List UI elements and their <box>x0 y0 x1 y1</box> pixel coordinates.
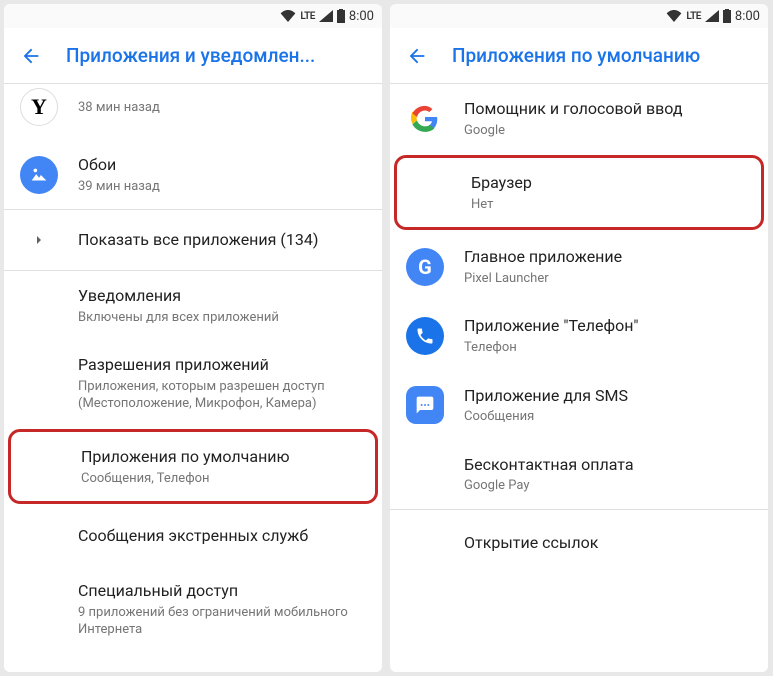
page-title: Приложения по умолчанию <box>452 44 752 67</box>
wallpaper-icon <box>20 156 58 194</box>
highlight-browser: Браузер Нет <box>394 155 764 230</box>
clock: 8:00 <box>735 9 760 24</box>
lte-label: LTE <box>300 11 315 22</box>
highlight-default-apps: Приложения по умолчанию Сообщения, Телеф… <box>8 429 378 504</box>
wallpaper-sub: 39 мин назад <box>78 178 366 196</box>
row-default-apps[interactable]: Приложения по умолчанию Сообщения, Телеф… <box>11 432 375 501</box>
clock: 8:00 <box>349 9 374 24</box>
back-icon[interactable] <box>406 45 428 67</box>
links-icon-empty <box>406 524 444 562</box>
lte-label: LTE <box>686 11 701 22</box>
special-access-sub: 9 приложений без ограничений мобильного … <box>78 604 366 639</box>
sms-app-sub: Сообщения <box>464 408 752 426</box>
content: Помощник и голосовой ввод Google Браузер… <box>390 84 768 672</box>
google-icon <box>406 100 444 138</box>
row-nfc-pay[interactable]: Бесконтактная оплата Google Pay <box>390 440 768 509</box>
notifications-sub: Включены для всех приложений <box>78 309 366 327</box>
row-home-app[interactable]: G Главное приложение Pixel Launcher <box>390 232 768 301</box>
phone-app-sub: Телефон <box>464 339 752 357</box>
toolbar: Приложения по умолчанию <box>390 28 768 84</box>
sms-app-title: Приложение для SMS <box>464 385 752 407</box>
row-sms-app[interactable]: Приложение для SMS Сообщения <box>390 371 768 440</box>
row-opening-links[interactable]: Открытие ссылок <box>390 510 768 576</box>
yandex-icon: Y <box>20 88 58 126</box>
wifi-icon <box>666 10 682 22</box>
phone-app-title: Приложение "Телефон" <box>464 315 752 337</box>
permissions-title: Разрешения приложений <box>78 354 366 376</box>
row-permissions[interactable]: Разрешения приложений Приложения, которы… <box>4 340 382 427</box>
notifications-title: Уведомления <box>78 285 366 307</box>
nfc-sub: Google Pay <box>464 477 752 495</box>
yandex-sub: 38 мин назад <box>78 99 366 117</box>
chevron-right-icon <box>20 234 58 246</box>
all-apps-title: Показать все приложения (134) <box>78 229 366 251</box>
page-title: Приложения и уведомлен... <box>66 44 366 67</box>
pixel-launcher-icon: G <box>406 248 444 286</box>
row-notifications[interactable]: Уведомления Включены для всех приложений <box>4 271 382 340</box>
row-phone-app[interactable]: Приложение "Телефон" Телефон <box>390 301 768 370</box>
browser-icon-empty <box>413 174 451 212</box>
statusbar: LTE 8:00 <box>390 4 768 28</box>
battery-icon <box>723 9 731 23</box>
links-title: Открытие ссылок <box>464 532 752 554</box>
browser-sub: Нет <box>471 196 745 214</box>
signal-icon <box>319 10 333 22</box>
battery-icon <box>337 9 345 23</box>
wifi-icon <box>280 10 296 22</box>
permissions-sub: Приложения, которым разрешен доступ (Мес… <box>78 378 366 413</box>
row-emergency[interactable]: Сообщения экстренных служб <box>4 506 382 566</box>
phone-right: LTE 8:00 Приложения по умолчанию Помощни… <box>390 4 768 672</box>
nfc-title: Бесконтактная оплата <box>464 454 752 476</box>
wallpaper-title: Обои <box>78 154 366 176</box>
sms-icon <box>406 386 444 424</box>
browser-title: Браузер <box>471 172 745 194</box>
home-app-sub: Pixel Launcher <box>464 270 752 288</box>
row-browser[interactable]: Браузер Нет <box>397 158 761 227</box>
emergency-title: Сообщения экстренных служб <box>78 525 366 547</box>
row-assistant[interactable]: Помощник и голосовой ввод Google <box>390 84 768 153</box>
content: Y 38 мин назад Обои 39 мин назад <box>4 84 382 672</box>
row-all-apps[interactable]: Показать все приложения (134) <box>4 210 382 270</box>
nfc-icon-empty <box>406 455 444 493</box>
row-wallpaper[interactable]: Обои 39 мин назад <box>4 140 382 209</box>
row-yandex-browser[interactable]: Y 38 мин назад <box>4 84 382 140</box>
assistant-sub: Google <box>464 122 752 140</box>
signal-icon <box>705 10 719 22</box>
row-special-access[interactable]: Специальный доступ 9 приложений без огра… <box>4 566 382 653</box>
toolbar: Приложения и уведомлен... <box>4 28 382 84</box>
statusbar: LTE 8:00 <box>4 4 382 28</box>
special-access-title: Специальный доступ <box>78 580 366 602</box>
back-icon[interactable] <box>20 45 42 67</box>
phone-left: LTE 8:00 Приложения и уведомлен... Y 38 … <box>4 4 382 672</box>
home-app-title: Главное приложение <box>464 246 752 268</box>
phone-icon <box>406 317 444 355</box>
assistant-title: Помощник и голосовой ввод <box>464 98 752 120</box>
default-apps-title: Приложения по умолчанию <box>81 446 359 468</box>
default-apps-sub: Сообщения, Телефон <box>81 470 359 488</box>
